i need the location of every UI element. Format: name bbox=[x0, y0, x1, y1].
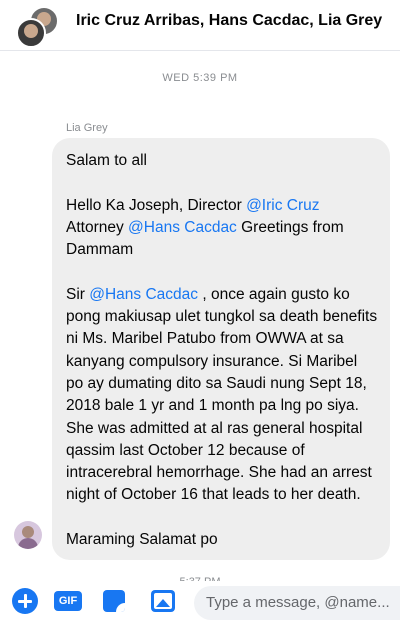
sender-name: Lia Grey bbox=[66, 122, 108, 134]
message-text: , once again gusto ko pong makiusap ulet… bbox=[66, 285, 378, 504]
gif-button[interactable]: GIF bbox=[54, 591, 82, 611]
message-bubble[interactable]: Salam to all Hello Ka Joseph, Director @… bbox=[52, 138, 390, 560]
message-greeting: Salam to all bbox=[66, 152, 147, 169]
add-plus-icon[interactable] bbox=[12, 588, 38, 614]
photo-icon[interactable] bbox=[151, 590, 175, 612]
message-text: Hello Ka Joseph, Director bbox=[66, 196, 247, 214]
group-avatar[interactable] bbox=[16, 6, 59, 48]
sticker-icon[interactable] bbox=[103, 590, 125, 612]
message-input[interactable]: Type a message, @name... bbox=[194, 586, 400, 620]
mention-link[interactable]: @Hans Cacdac bbox=[128, 219, 237, 236]
mention-link[interactable]: @Iric Cruz bbox=[246, 197, 319, 214]
next-message-timestamp: 5:37 PM bbox=[0, 571, 400, 581]
conversation-title[interactable]: Iric Cruz Arribas, Hans Cacdac, Lia Grey bbox=[76, 12, 382, 30]
message-closing: Maraming Salamat po bbox=[66, 531, 218, 549]
message-composer: GIF Type a message, @name... bbox=[0, 582, 400, 624]
member-avatar bbox=[16, 18, 46, 48]
message-timestamp: WED 5:39 PM bbox=[162, 72, 238, 84]
message-text: Attorney bbox=[66, 218, 129, 236]
sender-avatar[interactable] bbox=[14, 521, 42, 549]
message-text: Sir bbox=[66, 285, 90, 303]
message-paragraph: Hello Ka Joseph, Director @Iric Cruz Att… bbox=[66, 195, 378, 262]
conversation-header: Iric Cruz Arribas, Hans Cacdac, Lia Grey bbox=[0, 0, 400, 51]
message-paragraph: Sir @Hans Cacdac , once again gusto ko p… bbox=[66, 284, 378, 507]
mention-link[interactable]: @Hans Cacdac bbox=[89, 286, 198, 303]
